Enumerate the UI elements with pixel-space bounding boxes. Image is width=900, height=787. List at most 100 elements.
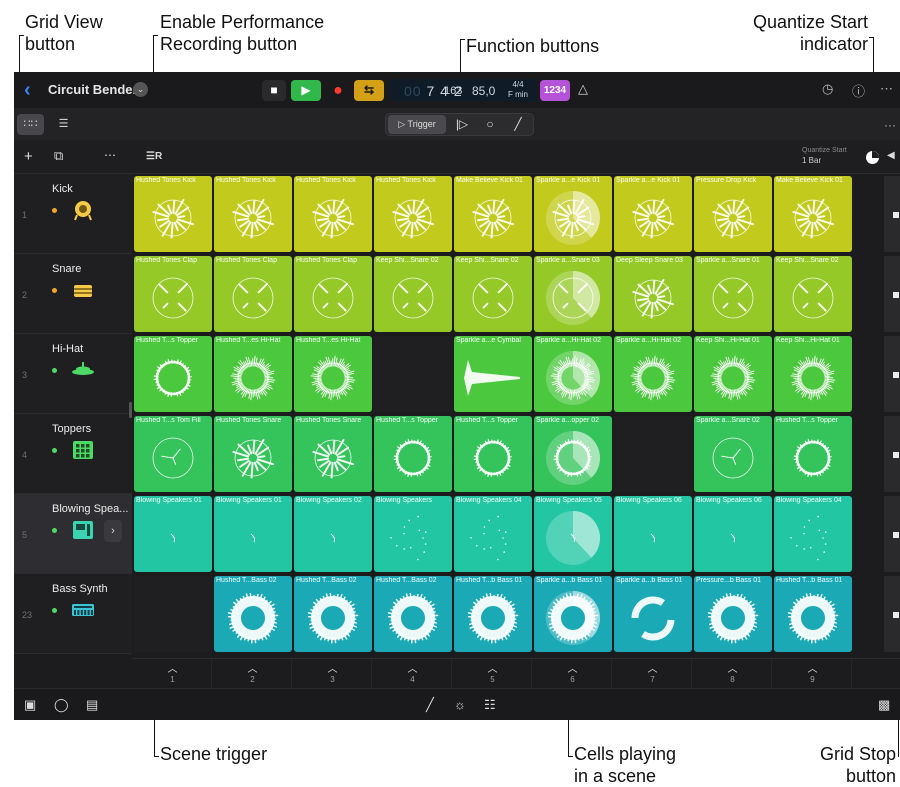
grid-cell[interactable]: Hushed T...s Topper xyxy=(134,336,212,412)
grid-cell[interactable]: Blowing Speakers xyxy=(374,496,452,572)
scene-trigger[interactable]: ︿4 xyxy=(374,659,452,689)
playing-cell[interactable]: Blowing Speakers 05 xyxy=(534,496,612,572)
scene-trigger[interactable]: ︿5 xyxy=(454,659,532,689)
playing-cell[interactable]: Sparkle a...Hi-Hat 02 xyxy=(534,336,612,412)
empty-cell-slot[interactable] xyxy=(614,416,692,492)
grid-view-button[interactable]: ∷∷ xyxy=(17,114,44,135)
duplicate-icon[interactable]: ⧉ xyxy=(54,148,63,164)
collapse-arrow-icon[interactable]: ◀ xyxy=(887,150,895,161)
grid-cell[interactable]: Hushed Tones Kick xyxy=(134,176,212,252)
grid-cell[interactable]: Sparkle a...Hi-Hat 02 xyxy=(614,336,692,412)
record-cell-icon[interactable]: ○ xyxy=(478,115,502,134)
back-button[interactable]: ‹ xyxy=(24,79,31,102)
record-button[interactable]: ● xyxy=(326,80,350,101)
lcd-display[interactable]: 00 7 4 2 163 85,0 4/4F min xyxy=(390,79,537,102)
play-from-icon[interactable]: |▷ xyxy=(450,115,474,134)
resize-handle[interactable] xyxy=(129,402,132,418)
grid-cell[interactable]: Blowing Speakers 01 xyxy=(134,496,212,572)
grid-cell[interactable]: Hushed Tones Kick xyxy=(214,176,292,252)
track-header[interactable]: 1Kick xyxy=(14,174,132,254)
more-options-icon[interactable]: ⋯ xyxy=(880,81,893,97)
playing-cell[interactable]: Sparkle a...e Kick 01 xyxy=(534,176,612,252)
scene-trigger[interactable]: ︿1 xyxy=(134,659,212,689)
grid-cell[interactable]: Hushed T...s Tom Fill xyxy=(134,416,212,492)
grid-cell[interactable]: Hushed T...b Bass 01 xyxy=(774,576,852,652)
chevron-right-icon[interactable]: › xyxy=(104,520,122,542)
grid-cell[interactable]: Hushed T...s Topper xyxy=(774,416,852,492)
help-icon[interactable]: ⓘ xyxy=(852,81,865,100)
track-stop-icon[interactable] xyxy=(893,212,899,218)
view-toggle-icon[interactable]: ◯ xyxy=(54,697,69,713)
grid-cell[interactable]: Blowing Speakers 01 xyxy=(214,496,292,572)
mixer-icon[interactable]: ☷ xyxy=(484,697,496,713)
track-more-icon[interactable]: ⋯ xyxy=(104,148,116,162)
grid-cell[interactable]: Pressure Drop Kick xyxy=(694,176,772,252)
grid-cell[interactable]: Deep Sleep Snare 03 xyxy=(614,256,692,332)
trigger-button[interactable]: ▷ Trigger xyxy=(388,115,446,134)
scene-trigger[interactable]: ︿9 xyxy=(774,659,852,689)
grid-cell[interactable]: Sparkle a...b Bass 01 xyxy=(614,576,692,652)
grid-cell[interactable]: Hushed Tones Snare xyxy=(294,416,372,492)
grid-cell[interactable]: Sparkle a...e Cymbal xyxy=(454,336,532,412)
playing-cell[interactable]: Sparkle a...Snare 03 xyxy=(534,256,612,332)
grid-cell[interactable]: Blowing Speakers 02 xyxy=(294,496,372,572)
tracks-view-button[interactable]: ☰ xyxy=(50,114,77,135)
grid-cell[interactable]: Hushed T...b Bass 01 xyxy=(454,576,532,652)
project-title[interactable]: Circuit Bender xyxy=(48,82,138,97)
keyboard-icon[interactable]: ▩ xyxy=(878,697,890,713)
scene-trigger[interactable]: ︿2 xyxy=(214,659,292,689)
grid-cell[interactable]: Hushed Tones Kick xyxy=(374,176,452,252)
track-stop-icon[interactable] xyxy=(893,532,899,538)
grid-cell[interactable]: Sparkle a...e Kick 01 xyxy=(614,176,692,252)
grid-cell[interactable]: Keep Shi...Snare 02 xyxy=(374,256,452,332)
grid-cell[interactable]: Make Believe Kick 01 xyxy=(454,176,532,252)
scene-trigger[interactable]: ︿6 xyxy=(534,659,612,689)
grid-cell[interactable]: Sparkle a...Snare 02 xyxy=(694,416,772,492)
grid-cell[interactable]: Keep Shi...Snare 02 xyxy=(774,256,852,332)
grid-cell[interactable]: Keep Shi...Hi-Hat 01 xyxy=(774,336,852,412)
play-button[interactable]: ▶ xyxy=(291,80,321,101)
count-in-button[interactable]: 1234 xyxy=(540,80,570,101)
grid-cell[interactable]: Hushed T...es Hi-Hat xyxy=(294,336,372,412)
grid-cell[interactable]: Hushed T...Bass 02 xyxy=(374,576,452,652)
scene-trigger[interactable]: ︿8 xyxy=(694,659,772,689)
grid-cell[interactable]: Sparkle a...Snare 01 xyxy=(694,256,772,332)
media-browser-icon[interactable]: ▣ xyxy=(24,697,36,713)
grid-cell[interactable]: Hushed T...Bass 02 xyxy=(214,576,292,652)
grid-cell[interactable]: Hushed T...es Hi-Hat xyxy=(214,336,292,412)
playing-cell[interactable]: Sparkle a...opper 02 xyxy=(534,416,612,492)
stop-button[interactable]: ■ xyxy=(262,80,286,101)
grid-cell[interactable]: Blowing Speakers 04 xyxy=(774,496,852,572)
enable-performance-recording-button[interactable]: ☰R xyxy=(146,151,162,162)
playing-cell[interactable]: Sparkle a...b Bass 01 xyxy=(534,576,612,652)
track-stop-icon[interactable] xyxy=(893,452,899,458)
cycle-button[interactable]: ⇆ xyxy=(354,80,384,101)
grid-cell[interactable]: Blowing Speakers 06 xyxy=(614,496,692,572)
grid-cell[interactable]: Hushed Tones Clap xyxy=(294,256,372,332)
grid-cell[interactable]: Hushed T...s Topper xyxy=(454,416,532,492)
grid-cell[interactable]: Make Believe Kick 01 xyxy=(774,176,852,252)
empty-cell-slot[interactable] xyxy=(374,336,452,412)
brightness-icon[interactable]: ☼ xyxy=(454,697,466,712)
grid-cell[interactable]: Pressure...b Bass 01 xyxy=(694,576,772,652)
grid-cell[interactable]: Blowing Speakers 06 xyxy=(694,496,772,572)
track-header[interactable]: 3Hi-Hat xyxy=(14,334,132,414)
add-track-icon[interactable]: + xyxy=(24,148,33,165)
info-icon[interactable]: ▤ xyxy=(86,697,98,713)
more-button[interactable]: ··· xyxy=(884,118,896,132)
grid-cell[interactable]: Hushed Tones Clap xyxy=(214,256,292,332)
quantize-start-value[interactable]: 1 Bar xyxy=(802,156,821,165)
edit-pencil-icon[interactable]: ╱ xyxy=(506,115,530,134)
scene-trigger[interactable]: ︿7 xyxy=(614,659,692,689)
track-header[interactable]: 2Snare xyxy=(14,254,132,334)
grid-cell[interactable]: Hushed Tones Clap xyxy=(134,256,212,332)
track-header[interactable]: 23Bass Synth xyxy=(14,574,132,654)
grid-cell[interactable]: Hushed Tones Kick xyxy=(294,176,372,252)
track-stop-icon[interactable] xyxy=(893,612,899,618)
track-header[interactable]: 4Toppers xyxy=(14,414,132,494)
scene-trigger[interactable]: ︿3 xyxy=(294,659,372,689)
undo-history-icon[interactable]: ◷ xyxy=(822,81,833,97)
grid-cell[interactable]: Hushed T...Bass 02 xyxy=(294,576,372,652)
track-stop-icon[interactable] xyxy=(893,372,899,378)
track-header[interactable]: 5Blowing Spea...› xyxy=(14,494,132,574)
